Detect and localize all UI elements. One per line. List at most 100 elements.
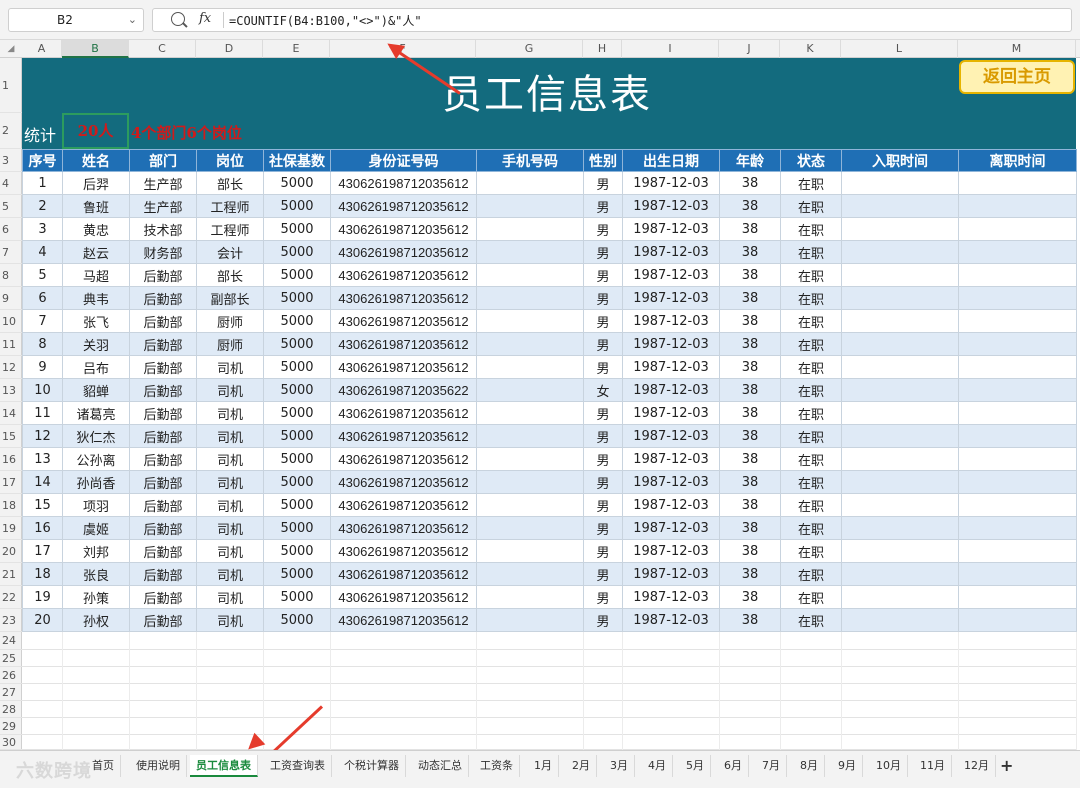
table-cell[interactable] (958, 470, 1077, 494)
table-cell[interactable]: 17 (22, 539, 63, 563)
sheet-tab[interactable]: 首页 (86, 755, 121, 777)
table-cell[interactable]: 司机 (196, 401, 264, 425)
table-cell[interactable]: 赵云 (62, 240, 130, 264)
table-cell[interactable]: 在职 (780, 447, 842, 471)
table-cell[interactable]: 后勤部 (129, 401, 197, 425)
table-cell[interactable] (476, 286, 584, 310)
row-header-29[interactable]: 29 (0, 718, 22, 735)
table-cell[interactable]: 38 (719, 493, 781, 517)
table-cell[interactable] (841, 171, 959, 195)
column-header-l[interactable]: L (841, 40, 958, 58)
table-cell[interactable]: 后勤部 (129, 378, 197, 402)
select-all-corner-icon[interactable]: ◢ (0, 40, 22, 58)
table-cell[interactable]: 5000 (263, 171, 331, 195)
table-cell[interactable]: 5000 (263, 424, 331, 448)
row-header-18[interactable]: 18 (0, 494, 22, 517)
column-header-b[interactable]: B (62, 40, 129, 58)
sheet-tab[interactable]: 12月 (958, 755, 996, 777)
row-header-17[interactable]: 17 (0, 471, 22, 494)
table-cell[interactable]: 司机 (196, 378, 264, 402)
sheet-tab[interactable]: 1月 (528, 755, 559, 777)
table-cell[interactable]: 后勤部 (129, 332, 197, 356)
row-header-25[interactable]: 25 (0, 650, 22, 667)
table-cell[interactable]: 会计 (196, 240, 264, 264)
table-cell[interactable]: 工程师 (196, 217, 264, 241)
sheet-tab[interactable]: 工资查询表 (264, 755, 332, 777)
table-cell[interactable] (476, 217, 584, 241)
column-header-j[interactable]: J (719, 40, 780, 58)
sheet-tab[interactable]: 7月 (756, 755, 787, 777)
table-cell[interactable] (841, 240, 959, 264)
table-cell[interactable]: 11 (22, 401, 63, 425)
column-header-a[interactable]: A (22, 40, 62, 58)
chevron-down-icon[interactable]: ⌄ (128, 9, 137, 31)
table-cell[interactable]: 男 (583, 401, 623, 425)
table-cell[interactable] (476, 309, 584, 333)
table-cell[interactable]: 在职 (780, 608, 842, 632)
table-cell[interactable]: 在职 (780, 171, 842, 195)
sheet-tab[interactable]: 5月 (680, 755, 711, 777)
table-cell[interactable]: 张良 (62, 562, 130, 586)
column-header-c[interactable]: C (129, 40, 196, 58)
table-cell[interactable] (841, 447, 959, 471)
row-header-27[interactable]: 27 (0, 684, 22, 701)
header-cell[interactable]: 性别 (583, 149, 623, 172)
row-header-30[interactable]: 30 (0, 735, 22, 750)
table-cell[interactable]: 在职 (780, 286, 842, 310)
table-cell[interactable] (841, 539, 959, 563)
table-cell[interactable]: 430626198712035612 (330, 171, 477, 195)
column-header-g[interactable]: G (476, 40, 583, 58)
table-cell[interactable] (476, 585, 584, 609)
table-cell[interactable]: 5000 (263, 401, 331, 425)
table-cell[interactable] (841, 470, 959, 494)
table-cell[interactable]: 在职 (780, 516, 842, 540)
row-header-8[interactable]: 8 (0, 264, 22, 287)
table-cell[interactable]: 19 (22, 585, 63, 609)
table-cell[interactable]: 诸葛亮 (62, 401, 130, 425)
row-header-28[interactable]: 28 (0, 701, 22, 718)
table-cell[interactable]: 15 (22, 493, 63, 517)
name-box[interactable]: B2 ⌄ (8, 8, 144, 32)
table-cell[interactable]: 后勤部 (129, 470, 197, 494)
row-header-11[interactable]: 11 (0, 333, 22, 356)
table-cell[interactable]: 吕布 (62, 355, 130, 379)
table-cell[interactable]: 5000 (263, 447, 331, 471)
table-cell[interactable]: 5000 (263, 332, 331, 356)
header-cell[interactable]: 身份证号码 (330, 149, 477, 172)
table-cell[interactable]: 5000 (263, 562, 331, 586)
table-cell[interactable]: 工程师 (196, 194, 264, 218)
table-cell[interactable]: 男 (583, 539, 623, 563)
table-cell[interactable]: 1987-12-03 (622, 401, 720, 425)
table-cell[interactable]: 司机 (196, 355, 264, 379)
table-cell[interactable]: 38 (719, 217, 781, 241)
table-cell[interactable]: 在职 (780, 539, 842, 563)
table-cell[interactable]: 黄忠 (62, 217, 130, 241)
empty-row[interactable] (22, 632, 1076, 650)
table-cell[interactable] (841, 194, 959, 218)
table-cell[interactable]: 1987-12-03 (622, 470, 720, 494)
header-cell[interactable]: 出生日期 (622, 149, 720, 172)
table-cell[interactable] (841, 263, 959, 287)
table-cell[interactable]: 在职 (780, 562, 842, 586)
header-cell[interactable]: 姓名 (62, 149, 130, 172)
table-cell[interactable]: 男 (583, 516, 623, 540)
table-cell[interactable]: 在职 (780, 263, 842, 287)
table-cell[interactable]: 430626198712035612 (330, 585, 477, 609)
header-cell[interactable]: 入职时间 (841, 149, 959, 172)
table-cell[interactable]: 38 (719, 332, 781, 356)
table-cell[interactable]: 5 (22, 263, 63, 287)
table-cell[interactable]: 司机 (196, 447, 264, 471)
row-header-10[interactable]: 10 (0, 310, 22, 333)
table-cell[interactable]: 38 (719, 608, 781, 632)
table-cell[interactable]: 司机 (196, 424, 264, 448)
table-cell[interactable] (476, 470, 584, 494)
table-cell[interactable]: 1987-12-03 (622, 447, 720, 471)
table-cell[interactable]: 1987-12-03 (622, 424, 720, 448)
table-cell[interactable]: 430626198712035612 (330, 309, 477, 333)
sheet-tab[interactable]: 使用说明 (130, 755, 187, 777)
table-cell[interactable]: 后勤部 (129, 447, 197, 471)
table-cell[interactable] (841, 585, 959, 609)
empty-row[interactable] (22, 667, 1076, 684)
table-cell[interactable]: 18 (22, 562, 63, 586)
table-cell[interactable]: 5000 (263, 608, 331, 632)
